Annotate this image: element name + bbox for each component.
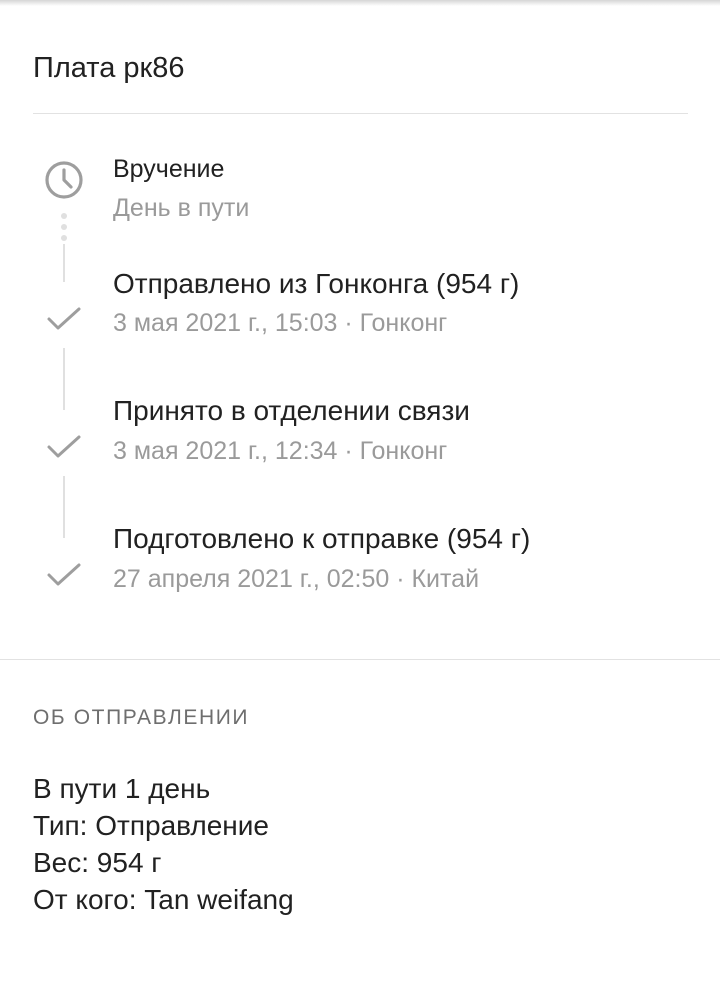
event-subtitle: 3 мая 2021 г., 15:03 · Гонконг [113, 309, 448, 337]
info-line-sender: От кого: Tan weifang [33, 884, 294, 915]
title-divider [33, 113, 688, 114]
info-line-weight: Вес: 954 г [33, 847, 162, 878]
parcel-title: Плата рк86 [33, 52, 185, 84]
clock-icon [45, 161, 83, 199]
timeline-line [63, 244, 65, 282]
timeline-dot [61, 235, 67, 241]
info-line-type: Тип: Отправление [33, 810, 269, 841]
top-shadow [0, 0, 720, 6]
check-icon [47, 435, 81, 458]
event-subtitle: День в пути [113, 194, 250, 222]
timeline-dot [61, 213, 67, 219]
event-subtitle: 3 мая 2021 г., 12:34 · Гонконг [113, 437, 448, 465]
info-line-transit: В пути 1 день [33, 773, 211, 804]
event-subtitle: 27 апреля 2021 г., 02:50 · Китай [113, 565, 480, 593]
check-icon [47, 307, 81, 330]
timeline-line [63, 476, 65, 538]
event-title: Отправлено из Гонконга (954 г) [113, 268, 520, 299]
timeline-line [63, 348, 65, 410]
about-section-header: ОБ ОТПРАВЛЕНИИ [33, 706, 250, 729]
check-icon [47, 563, 81, 586]
section-divider [0, 659, 720, 660]
event-title: Вручение [113, 155, 225, 183]
timeline-dot [61, 224, 67, 230]
event-title: Принято в отделении связи [113, 395, 470, 426]
event-title: Подготовлено к отправке (954 г) [113, 523, 531, 554]
